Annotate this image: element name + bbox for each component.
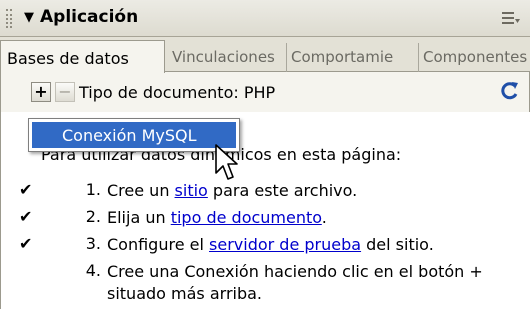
toolbar: + − Tipo de documento: PHP — [0, 72, 530, 112]
step-number: 4. — [85, 261, 101, 280]
remove-button[interactable]: − — [55, 82, 75, 102]
list-item: ✔ 2. Elija un tipo de documento. — [1, 207, 521, 233]
list-item: ✔ 3. Configure el servidor de prueba del… — [1, 234, 521, 260]
step-text: Cree una Conexión haciendo clic en el bo… — [107, 262, 483, 303]
panel-grip-icon[interactable] — [6, 9, 12, 28]
step-text: Configure el — [107, 235, 210, 254]
tab-componentes[interactable]: Componentes — [418, 43, 530, 72]
panel-title[interactable]: ▼ Aplicación — [24, 7, 138, 27]
add-connection-menu: Conexión MySQL — [28, 118, 240, 152]
step-number: 2. — [85, 207, 101, 226]
site-link[interactable]: sitio — [175, 181, 208, 200]
step-text: Cree un — [107, 181, 175, 200]
document-type-label: Tipo de documento: PHP — [79, 83, 276, 102]
list-item: ✔ 1. Cree un sitio para este archivo. — [1, 180, 521, 206]
step-text: . — [321, 208, 327, 227]
document-type-link[interactable]: tipo de documento — [171, 208, 322, 227]
tab-strip: Bases de datos Vinculaciones Comportamie… — [0, 37, 530, 73]
menu-item-mysql-connection[interactable]: Conexión MySQL — [32, 122, 236, 148]
tab-vinculaciones[interactable]: Vinculaciones — [168, 43, 286, 72]
refresh-icon[interactable] — [501, 81, 519, 101]
options-menu-icon[interactable] — [502, 11, 520, 25]
collapse-arrow-icon[interactable]: ▼ — [24, 10, 34, 25]
panel-title-label: Aplicación — [40, 7, 139, 27]
checkmark-icon: ✔ — [19, 180, 33, 199]
testing-server-link[interactable]: servidor de prueba — [209, 235, 361, 254]
step-number: 3. — [85, 234, 101, 253]
checkmark-icon: ✔ — [19, 234, 33, 253]
tab-comportamientos[interactable]: Comportamie — [286, 43, 418, 72]
step-number: 1. — [85, 180, 101, 199]
step-text: del sitio. — [361, 235, 434, 254]
tab-bases-de-datos[interactable]: Bases de datos — [0, 40, 165, 73]
step-text: para este archivo. — [207, 181, 358, 200]
mouse-pointer-icon — [215, 144, 238, 180]
list-item: 4. Cree una Conexión haciendo clic en el… — [1, 261, 521, 307]
panel-header[interactable]: ▼ Aplicación — [0, 0, 530, 37]
add-button[interactable]: + — [31, 82, 51, 102]
step-text: Elija un — [107, 208, 171, 227]
checkmark-icon: ✔ — [19, 207, 33, 226]
